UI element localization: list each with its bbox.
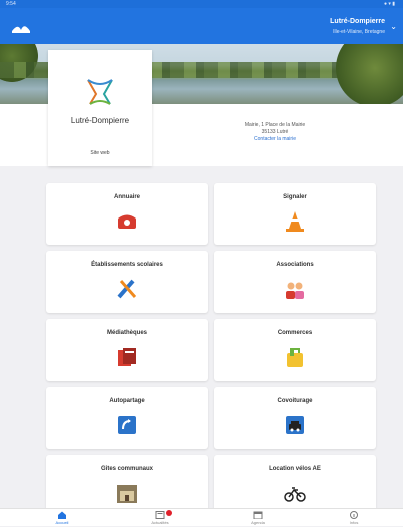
- status-bar: 9:54 ● ▾ ▮: [0, 0, 403, 8]
- notification-badge: [166, 510, 172, 516]
- people-icon: [286, 282, 304, 299]
- info-icon: [350, 511, 358, 519]
- tab-actualites[interactable]: Actualités: [140, 510, 180, 527]
- address-line-1: Mairie, 1 Place de la Mairie: [244, 122, 306, 128]
- header-subtitle: Ille-et-Vilaine, Bretagne: [333, 29, 385, 35]
- tile-label: Covoiturage: [277, 398, 313, 404]
- tile-label: Signaler: [283, 194, 307, 200]
- calendar-icon: [253, 511, 263, 519]
- tab-label: Agenda: [251, 520, 265, 525]
- cottage-photo-icon: [117, 485, 137, 503]
- tile-mediatheques[interactable]: Médiathèques: [46, 319, 208, 381]
- tab-infos[interactable]: Infos: [334, 511, 374, 527]
- tab-accueil[interactable]: Accueil: [42, 511, 82, 527]
- phone-icon: [118, 214, 136, 229]
- tab-agenda[interactable]: Agenda: [238, 511, 278, 527]
- header-city-name[interactable]: Lutré-Dompierre: [330, 18, 385, 25]
- status-time: 9:54: [6, 1, 16, 7]
- address-line-2: 35133 Lutré: [261, 129, 289, 135]
- tile-signaler[interactable]: Signaler: [214, 183, 376, 245]
- tile-label: Autopartage: [109, 398, 145, 404]
- status-indicators: ● ▾ ▮: [383, 1, 395, 7]
- school-supplies-icon: [117, 279, 137, 299]
- car-sharing-icon: [118, 416, 136, 434]
- tile-autopartage[interactable]: Autopartage: [46, 387, 208, 449]
- tile-label: Médiathèques: [106, 330, 147, 336]
- contact-link[interactable]: Contacter la mairie: [220, 136, 330, 143]
- municipality-logo-icon[interactable]: [10, 20, 32, 34]
- tile-label: Gîtes communaux: [100, 466, 153, 472]
- tab-label: Infos: [349, 520, 359, 525]
- municipality-logo-card: Lutré-Dompierre Site web: [48, 50, 152, 166]
- bicycle-icon: [284, 487, 306, 502]
- tile-label: Associations: [276, 262, 314, 268]
- tile-label: Établissements scolaires: [91, 262, 163, 268]
- municipality-contact: Mairie, 1 Place de la Mairie 35133 Lutré…: [220, 122, 330, 143]
- news-icon: [155, 511, 165, 519]
- car-icon: [286, 416, 304, 434]
- website-link[interactable]: Site web: [48, 150, 152, 156]
- tile-associations[interactable]: Associations: [214, 251, 376, 313]
- shopping-bag-icon: [287, 348, 303, 367]
- tile-etablissements[interactable]: Établissements scolaires: [46, 251, 208, 313]
- tile-label: Annuaire: [113, 194, 140, 200]
- tile-annuaire[interactable]: Annuaire: [46, 183, 208, 245]
- tile-covoiturage[interactable]: Covoiturage: [214, 387, 376, 449]
- tile-label: Location vélos AE: [269, 466, 321, 472]
- tile-commerces[interactable]: Commerces: [214, 319, 376, 381]
- municipality-emblem-icon: [87, 79, 113, 105]
- chevron-down-icon[interactable]: ⌄: [390, 22, 397, 31]
- tab-label: Accueil: [55, 520, 69, 525]
- home-icon: [58, 511, 66, 519]
- books-icon: [118, 348, 136, 366]
- tile-label: Commerces: [277, 330, 313, 336]
- tab-label: Actualités: [151, 520, 169, 525]
- traffic-cone-icon: [286, 211, 304, 232]
- app-header: Lutré-Dompierre Ille-et-Vilaine, Bretagn…: [0, 8, 403, 44]
- municipality-name: Lutré-Dompierre: [70, 116, 130, 125]
- bottom-tab-bar: Accueil Actualités Agenda Infos: [0, 508, 403, 526]
